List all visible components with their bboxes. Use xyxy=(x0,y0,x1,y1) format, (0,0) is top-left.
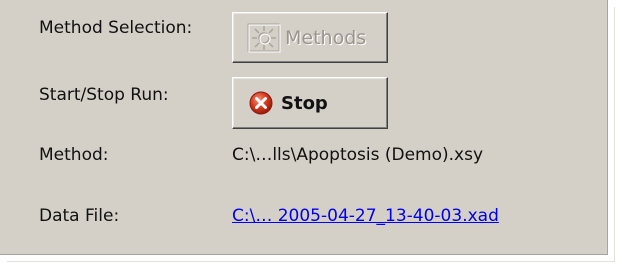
data-file-label: Data File: xyxy=(39,206,120,226)
start-stop-run-label: Start/Stop Run: xyxy=(39,85,169,105)
methods-button[interactable]: Methods xyxy=(232,12,388,63)
methods-button-label: Methods xyxy=(285,26,367,49)
method-label: Method: xyxy=(39,145,109,165)
stop-button-label: Stop xyxy=(281,92,328,114)
methods-icon xyxy=(247,23,281,53)
method-selection-label: Method Selection: xyxy=(39,18,193,38)
data-file-link[interactable]: C:\… 2005-04-27_13-40-03.xad xyxy=(232,206,499,226)
method-path-value: C:\…lls\Apoptosis (Demo).xsy xyxy=(232,145,484,165)
stop-button[interactable]: Stop xyxy=(232,77,388,129)
run-control-panel: Method Selection: Methods Start/Stop Run… xyxy=(0,0,608,255)
stop-icon xyxy=(249,91,273,115)
